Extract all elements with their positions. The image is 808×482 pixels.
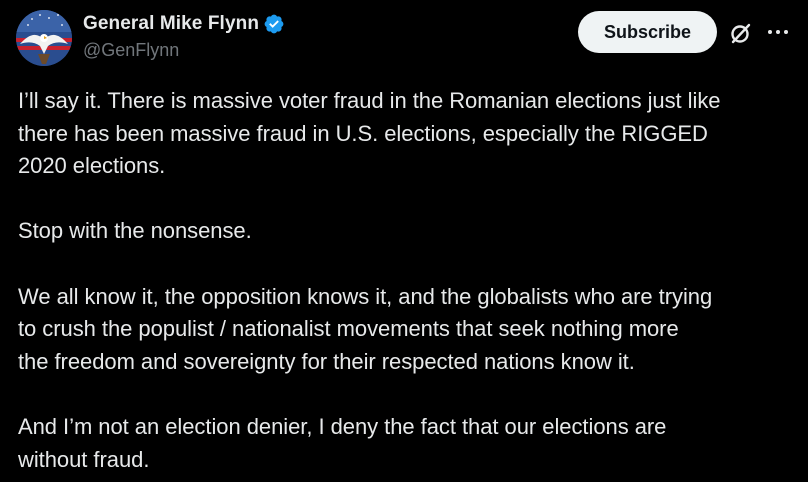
grok-icon[interactable] (728, 20, 754, 46)
tweet-paragraph: We all know it, the opposition knows it,… (18, 283, 713, 374)
subscribe-button[interactable]: Subscribe (578, 11, 717, 53)
tweet-paragraph: And I’m not an election denier, I deny t… (18, 413, 667, 472)
avatar-image (16, 10, 72, 66)
more-horizontal-icon[interactable] (765, 22, 791, 42)
avatar[interactable] (16, 10, 72, 66)
author-handle[interactable]: @GenFlynn (83, 40, 285, 61)
display-name-row: General Mike Flynn (83, 12, 285, 36)
tweet-paragraph: Stop with the nonsense. (18, 218, 252, 244)
tweet-paragraph: I’ll say it. There is massive voter frau… (18, 88, 721, 179)
display-name[interactable]: General Mike Flynn (83, 13, 259, 35)
tweet-text: I’ll say it. There is massive voter frau… (18, 85, 798, 476)
author-block: General Mike Flynn @GenFlynn (83, 12, 285, 61)
tweet-header: General Mike Flynn @GenFlynn Subscribe (0, 0, 808, 70)
verified-badge-icon[interactable] (263, 13, 285, 35)
